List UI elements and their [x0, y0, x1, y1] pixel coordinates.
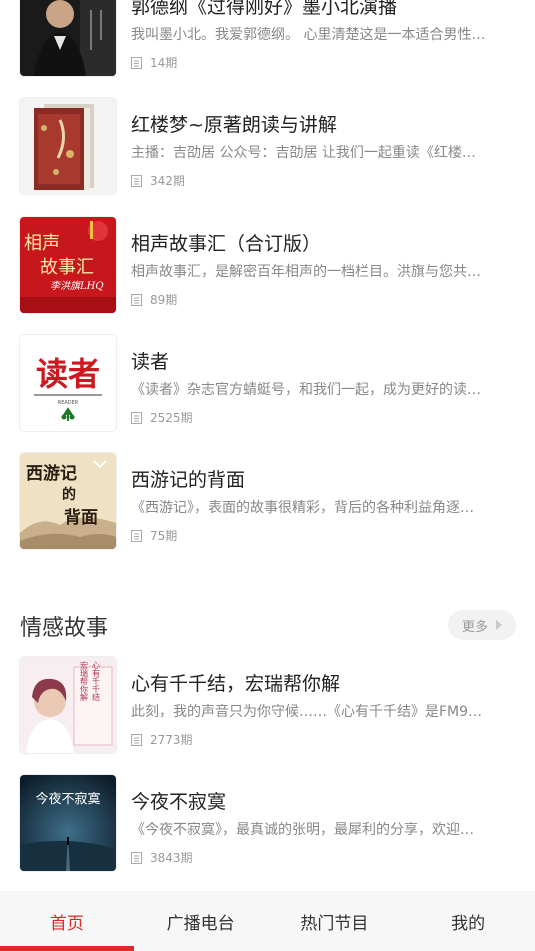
episode-list-icon	[131, 174, 142, 187]
more-button[interactable]: 更多	[448, 610, 516, 640]
podcast-cover[interactable]: 读者 READER	[20, 335, 116, 431]
tab-hot-programs[interactable]: 热门节目	[268, 891, 402, 951]
podcast-cover[interactable]	[20, 0, 116, 76]
episode-list-icon	[131, 56, 142, 69]
episode-count: 89期	[131, 291, 177, 308]
podcast-title[interactable]: 相声故事汇（合订版）	[131, 229, 321, 256]
tab-mine[interactable]: 我的	[401, 891, 535, 951]
episode-list-icon	[131, 733, 142, 746]
podcast-title[interactable]: 心有千千结，宏瑞帮你解	[131, 669, 340, 696]
episode-list-icon	[131, 293, 142, 306]
podcast-title[interactable]: 红楼梦~原著朗读与讲解	[131, 110, 337, 137]
podcast-description: 《读者》杂志官方蜻蜓号，和我们一起，成为更好的读…	[131, 382, 481, 398]
episode-count-text: 2773期	[150, 733, 193, 747]
episode-list-icon	[131, 529, 142, 542]
chevron-right-icon	[496, 620, 502, 630]
podcast-title[interactable]: 读者	[131, 347, 169, 374]
cover-subtitle-text: 故事汇	[40, 257, 94, 278]
podcast-cover[interactable]: 相声 故事汇 李洪旗LHQ	[20, 217, 116, 313]
tab-home[interactable]: 首页	[0, 891, 134, 951]
cover-title-text: 相声	[24, 233, 60, 254]
list-item[interactable]: 相声 故事汇 李洪旗LHQ 相声故事汇（合订版） 相声故事汇，是解密百年相声的一…	[0, 217, 535, 335]
bottom-tab-bar: 首页 广播电台 热门节目 我的	[0, 891, 535, 951]
podcast-description: 相声故事汇，是解密百年相声的一档栏目。洪旗与您共…	[131, 264, 481, 280]
episode-count: 14期	[131, 54, 177, 71]
episode-count-text: 342期	[150, 174, 185, 188]
cover-bottom-text: 背面	[64, 507, 98, 528]
list-item[interactable]: 西游记 的 背面 西游记的背面 《西游记》，表面的故事很精彩，背后的各种利益角逐…	[0, 453, 535, 571]
episode-list-icon	[131, 851, 142, 864]
cover-logo-text: 读者	[36, 355, 100, 393]
episode-count-text: 14期	[150, 56, 178, 70]
episode-count: 2525期	[131, 409, 193, 426]
episode-count: 75期	[131, 527, 177, 544]
podcast-cover[interactable]: 心有千千结 宏瑞帮你解	[20, 657, 116, 753]
cover-title-text: 西游记	[26, 463, 77, 484]
list-item[interactable]: 今夜不寂寞 今夜不寂寞 《今夜不寂寞》，最真诚的张明，最犀利的分享，欢迎… 38…	[0, 775, 535, 893]
podcast-cover[interactable]	[20, 98, 116, 194]
episode-count-text: 3843期	[150, 851, 193, 865]
list-item[interactable]: 红楼梦~原著朗读与讲解 主播：吉劭居 公众号：吉劭居 让我们一起重读《红楼… 3…	[0, 98, 535, 216]
cover-mid-text: 的	[62, 486, 76, 503]
podcast-description: 主播：吉劭居 公众号：吉劭居 让我们一起重读《红楼…	[131, 145, 476, 161]
podcast-cover[interactable]: 今夜不寂寞	[20, 775, 116, 871]
cover-sub-text: READER	[58, 400, 79, 406]
episode-count-text: 89期	[150, 293, 178, 307]
podcast-title[interactable]: 西游记的背面	[131, 465, 245, 492]
cover-subtitle-text: 宏瑞帮你解	[80, 660, 89, 702]
podcast-description: 我叫墨小北。我爱郭德纲。 心里清楚这是一本适合男性…	[131, 27, 486, 43]
episode-count-text: 75期	[150, 529, 178, 543]
episode-count: 3843期	[131, 849, 193, 866]
episode-list-icon	[131, 411, 142, 424]
list-item[interactable]: 郭德纲《过得刚好》墨小北演播 我叫墨小北。我爱郭德纲。 心里清楚这是一本适合男性…	[0, 0, 535, 98]
more-button-label: 更多	[461, 619, 488, 635]
list-item[interactable]: 读者 READER 读者 《读者》杂志官方蜻蜓号，和我们一起，成为更好的读… 2…	[0, 335, 535, 453]
podcast-description: 《今夜不寂寞》，最真诚的张明，最犀利的分享，欢迎…	[131, 822, 474, 838]
cover-title-text: 心有千千结	[92, 661, 101, 702]
podcast-description: 《西游记》，表面的故事很精彩，背后的各种利益角逐…	[131, 500, 474, 516]
podcast-description: 此刻，我的声音只为你守候……《心有千千结》是FM9…	[131, 704, 483, 720]
podcast-title[interactable]: 今夜不寂寞	[131, 787, 226, 814]
podcast-cover[interactable]: 西游记 的 背面	[20, 453, 116, 549]
section-title: 情感故事	[20, 616, 109, 641]
podcast-title[interactable]: 郭德纲《过得刚好》墨小北演播	[131, 0, 397, 19]
tab-radio[interactable]: 广播电台	[134, 891, 268, 951]
section-header: 情感故事 更多	[0, 602, 535, 646]
list-item[interactable]: 心有千千结 宏瑞帮你解 心有千千结，宏瑞帮你解 此刻，我的声音只为你守候……《心…	[0, 657, 535, 775]
episode-count-text: 2525期	[150, 411, 193, 425]
episode-count: 2773期	[131, 731, 193, 748]
cover-signature-text: 李洪旗LHQ	[50, 280, 104, 292]
cover-title-text: 今夜不寂寞	[35, 791, 100, 807]
episode-count: 342期	[131, 172, 185, 189]
